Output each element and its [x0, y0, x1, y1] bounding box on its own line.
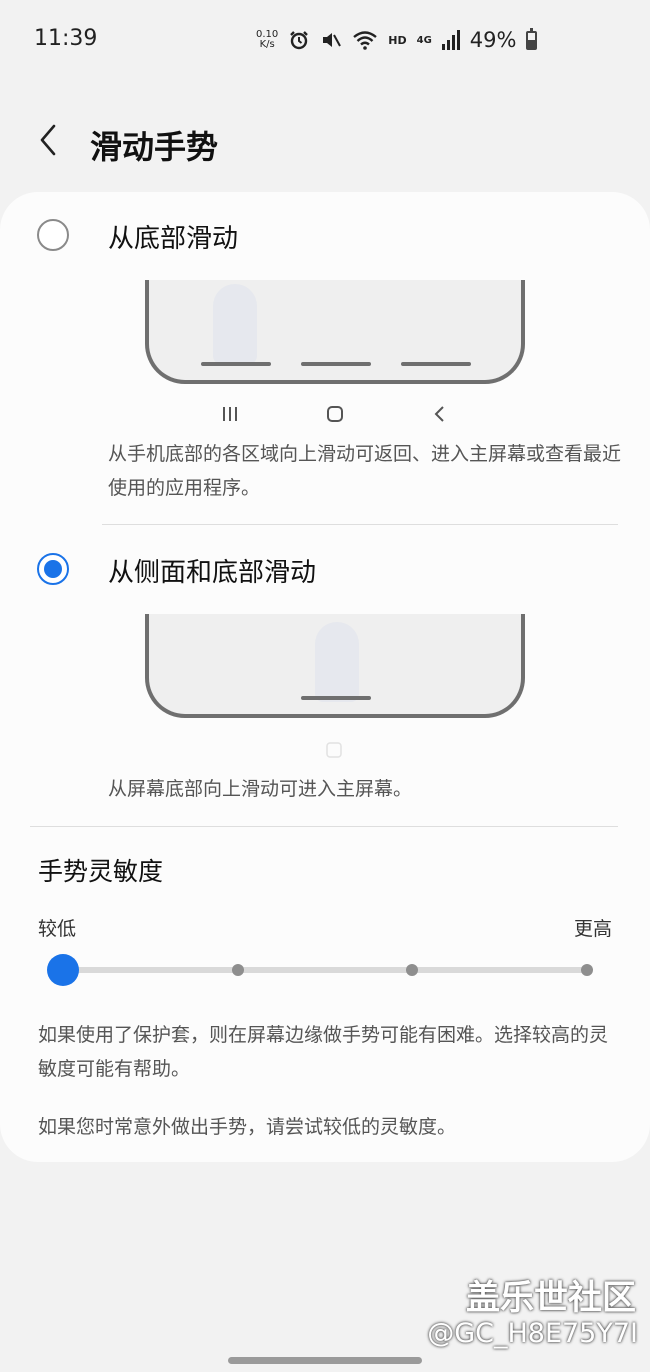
option-swipe-bottom[interactable]: 从底部滑动 从手机底部的各区域向上滑动可返回、进入主屏幕或查看最近使用的应用程序… — [0, 192, 650, 522]
slider-thumb[interactable] — [47, 954, 79, 986]
recents-icon — [223, 407, 237, 421]
watermark-handle: @GC_H8E75Y7I — [427, 1318, 638, 1349]
status-time: 11:39 — [34, 26, 98, 51]
option-description: 从屏幕底部向上滑动可进入主屏幕。 — [108, 778, 413, 800]
battery-percent: 49% — [469, 28, 517, 52]
back-button[interactable] — [28, 118, 72, 162]
sensitivity-note: 如果您时常意外做出手势，请尝试较低的灵敏度。 — [38, 1116, 457, 1138]
section-title: 手势灵敏度 — [38, 857, 164, 886]
option-swipe-side-bottom[interactable]: 从侧面和底部滑动 从屏幕底部向上滑动可进入主屏幕。 — [0, 526, 650, 824]
divider — [102, 524, 618, 525]
slider-low-label: 较低 — [38, 918, 77, 940]
status-bar: 11:39 0.10 K/s HD 4G 49% — [0, 0, 650, 80]
battery-icon — [526, 27, 538, 50]
gesture-hint-line — [201, 362, 271, 366]
settings-card: 从底部滑动 从手机底部的各区域向上滑动可返回、进入主屏幕或查看最近使用的应用程序… — [0, 192, 650, 1162]
sensitivity-note: 如果使用了保护套，则在屏幕边缘做手势可能有困难。选择较高的灵敏度可能有帮助。 — [38, 1024, 609, 1080]
home-placeholder-icon — [326, 742, 342, 758]
phone-illustration — [145, 614, 525, 718]
slider-tick[interactable] — [581, 964, 593, 976]
radio-swipe-side-bottom[interactable] — [37, 553, 69, 585]
divider — [30, 826, 618, 827]
network-speed: 0.10 K/s — [256, 30, 278, 50]
back-icon — [434, 406, 444, 422]
signal-icon — [441, 30, 460, 50]
chevron-left-icon — [40, 124, 56, 156]
alarm-icon — [290, 31, 309, 50]
phone-illustration — [145, 280, 525, 384]
option-description: 从手机底部的各区域向上滑动可返回、进入主屏幕或查看最近使用的应用程序。 — [108, 443, 622, 499]
radio-swipe-bottom[interactable] — [37, 219, 69, 251]
home-indicator[interactable] — [228, 1357, 422, 1364]
network-speed-unit: K/s — [259, 39, 275, 50]
option-label: 从侧面和底部滑动 — [108, 558, 317, 588]
gesture-hint-line — [301, 362, 371, 366]
wifi-icon — [353, 31, 378, 50]
hand-illustration — [213, 284, 257, 364]
slider-tick[interactable] — [406, 964, 419, 976]
page-title: 滑动手势 — [90, 128, 219, 166]
status-icons: 0.10 K/s HD 4G 49% — [256, 26, 538, 54]
hd-indicator: HD — [388, 33, 407, 47]
slider-tick[interactable] — [231, 964, 244, 976]
gesture-hint-line — [401, 362, 471, 366]
home-icon — [327, 406, 343, 422]
slider-high-label: 更高 — [573, 918, 612, 940]
app-header: 滑动手势 — [0, 100, 650, 185]
option-label: 从底部滑动 — [108, 224, 239, 254]
nav-icons-row — [220, 404, 450, 424]
hand-illustration — [315, 622, 359, 702]
mute-icon — [323, 33, 342, 47]
gesture-hint-line — [301, 696, 371, 700]
sensitivity-slider[interactable] — [62, 967, 588, 973]
watermark-title: 盖乐世社区 — [466, 1278, 636, 1318]
network-type: 4G — [416, 34, 432, 46]
